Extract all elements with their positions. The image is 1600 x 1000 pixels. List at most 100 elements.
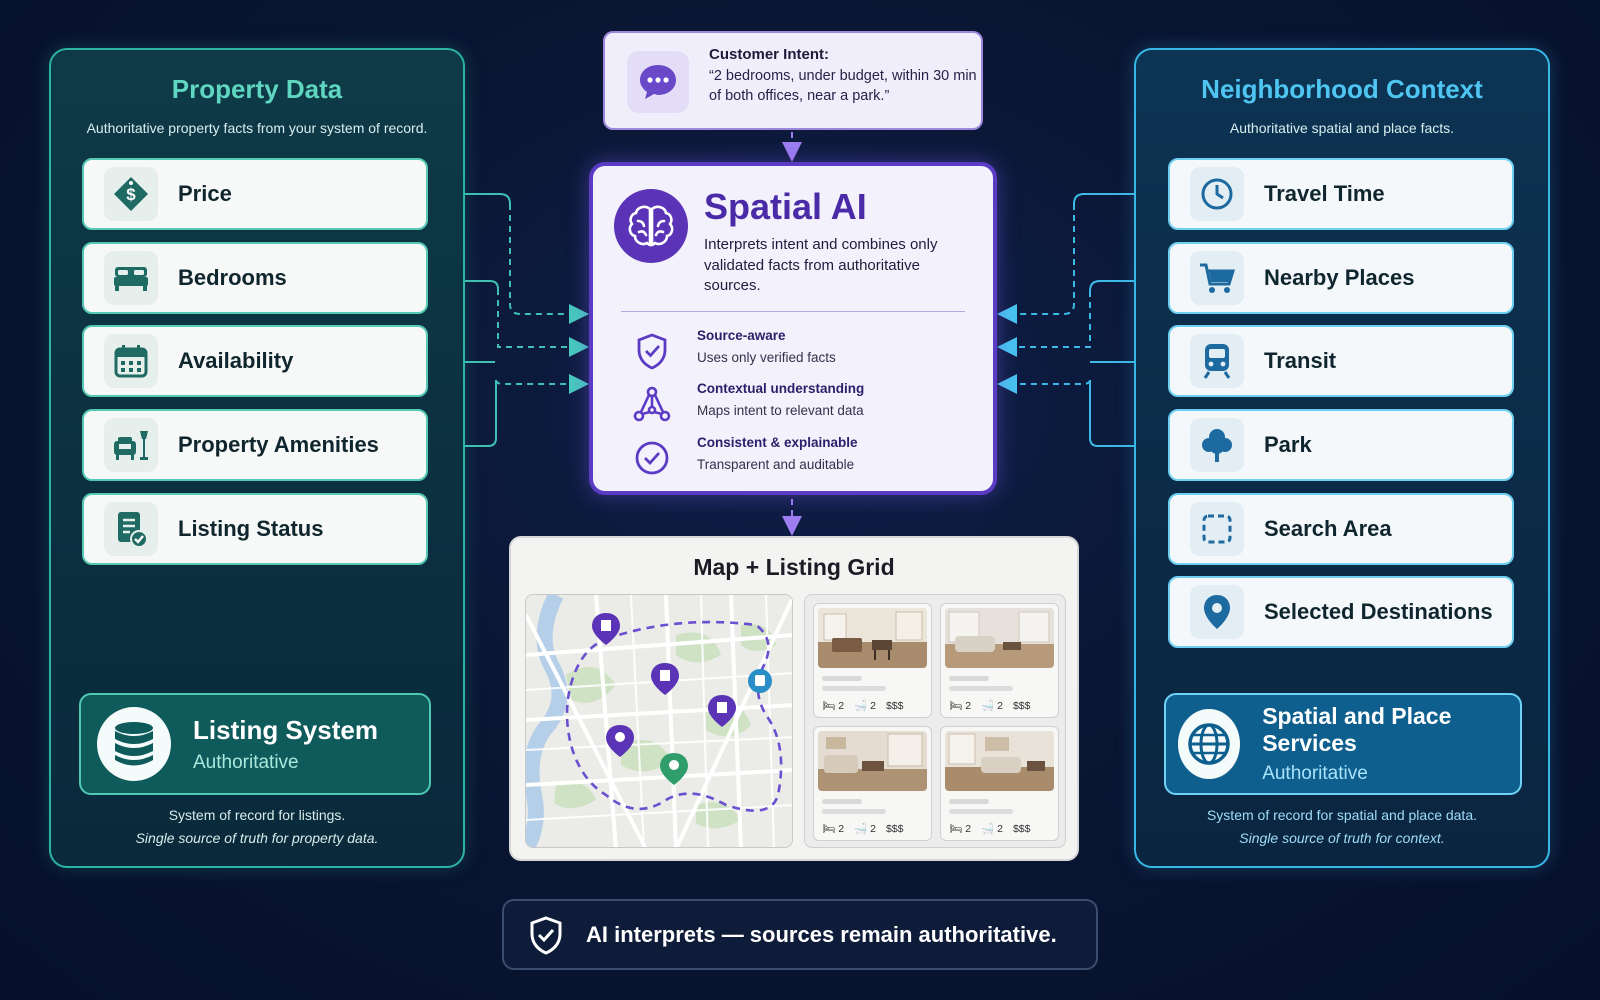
item-label: Bedrooms	[178, 265, 287, 290]
listing-meta: 🛏 2 🛁 2 $$$	[949, 699, 1031, 713]
listing-price: $$$	[1012, 822, 1031, 835]
item-label: Travel Time	[1264, 181, 1385, 206]
banner-text: AI interprets — sources remain authorita…	[586, 921, 1057, 947]
property-item-price[interactable]: $ Price	[82, 158, 428, 230]
listing-baths: 2	[997, 822, 1003, 835]
footer-line: Single source of truth for context.	[1239, 830, 1445, 846]
listing-beds: 2	[965, 699, 972, 712]
spatial-ai-description: Interprets intent and combines only vali…	[704, 236, 938, 294]
context-item-nearby-places[interactable]: Nearby Places	[1168, 242, 1514, 314]
globe-icon	[1178, 709, 1241, 779]
context-item-search-area[interactable]: Search Area	[1168, 493, 1514, 565]
context-item-transit[interactable]: Transit	[1168, 325, 1514, 397]
panel-subtitle: Authoritative spatial and place facts.	[1229, 120, 1455, 136]
context-item-selected-destinations[interactable]: Selected Destinations	[1168, 576, 1514, 648]
bed-icon	[104, 251, 158, 305]
bed-icon: 🛏	[949, 823, 963, 835]
listing-beds: 2	[838, 822, 845, 835]
property-item-availability[interactable]: Availability	[82, 325, 428, 397]
clock-icon	[1190, 167, 1244, 221]
bed-icon: 🛏	[949, 700, 963, 712]
context-item-travel-time[interactable]: Travel Time	[1168, 158, 1514, 230]
panel-title: Neighborhood Context	[1201, 74, 1483, 104]
item-label: Selected Destinations	[1264, 599, 1493, 624]
bath-icon: 🛁	[981, 823, 995, 835]
feature-title: Consistent & explainable	[697, 435, 858, 450]
network-nodes-icon	[631, 383, 673, 425]
listing-meta: 🛏 2 🛁 2 $$$	[949, 822, 1031, 836]
shopping-cart-icon	[1190, 251, 1244, 305]
listing-photo	[945, 731, 1054, 791]
panel-footer: System of record for spatial and place d…	[1136, 804, 1548, 850]
footer-line: Single source of truth for property data…	[135, 830, 379, 846]
tree-icon	[1190, 418, 1244, 472]
context-item-park[interactable]: Park	[1168, 409, 1514, 481]
database-icon	[97, 707, 171, 781]
panel-title: Property Data	[171, 74, 343, 104]
item-label: Transit	[1264, 348, 1337, 373]
armchair-lamp-icon	[104, 418, 158, 472]
shield-check-icon	[631, 330, 673, 372]
listing-baths: 2	[997, 699, 1003, 712]
listing-meta: 🛏 2 🛁 2 $$$	[822, 699, 904, 713]
check-circle-icon	[631, 437, 673, 479]
map-view[interactable]	[525, 594, 793, 848]
feature-desc: Uses only verified facts	[697, 350, 836, 365]
svg-text:$: $	[126, 185, 136, 204]
panel-subtitle: Authoritative property facts from your s…	[86, 120, 428, 136]
feature-title: Source-aware	[697, 328, 786, 343]
property-item-bedrooms[interactable]: Bedrooms	[82, 242, 428, 314]
item-label: Park	[1264, 432, 1312, 457]
listing-price: $$$	[885, 822, 904, 835]
customer-intent-box: Customer Intent: “2 bedrooms, under budg…	[603, 31, 983, 130]
listing-beds: 2	[965, 822, 972, 835]
bath-icon: 🛁	[981, 700, 995, 712]
feature-desc: Maps intent to relevant data	[697, 403, 864, 418]
listing-photo	[945, 608, 1054, 668]
authority-banner: AI interprets — sources remain authorita…	[502, 899, 1098, 970]
listing-card[interactable]: 🛏 2 🛁 2 $$$	[813, 603, 932, 718]
calendar-icon	[104, 334, 158, 388]
listing-price: $$$	[885, 699, 904, 712]
property-item-listing-status[interactable]: Listing Status	[82, 493, 428, 565]
spatial-place-services-source[interactable]: Spatial and Place Services Authoritative	[1164, 693, 1522, 795]
bed-icon: 🛏	[822, 823, 836, 835]
intent-quote: “2 bedrooms, under budget, within 30 min…	[709, 68, 977, 104]
source-name: Spatial and Place Services	[1262, 703, 1452, 756]
item-label: Nearby Places	[1264, 265, 1415, 290]
divider	[621, 311, 965, 312]
feature-source-aware: Source-aware Uses only verified facts	[631, 326, 961, 372]
bath-icon: 🛁	[854, 823, 868, 835]
neighborhood-context-panel: Neighborhood Context Authoritative spati…	[1134, 48, 1550, 868]
document-check-icon	[104, 502, 158, 556]
listing-beds: 2	[838, 699, 845, 712]
listing-card[interactable]: 🛏 2 🛁 2 $$$	[940, 603, 1059, 718]
property-item-amenities[interactable]: Property Amenities	[82, 409, 428, 481]
feature-title: Contextual understanding	[697, 381, 865, 396]
spatial-ai-title: Spatial AI	[704, 186, 867, 227]
listing-card[interactable]: 🛏 2 🛁 2 $$$	[813, 726, 932, 841]
brain-icon	[614, 189, 688, 263]
item-label: Availability	[178, 348, 294, 373]
listing-baths: 2	[870, 699, 876, 712]
listing-card[interactable]: 🛏 2 🛁 2 $$$	[940, 726, 1059, 841]
item-label: Property Amenities	[178, 432, 379, 457]
feature-consistent-explainable: Consistent & explainable Transparent and…	[631, 433, 961, 479]
item-label: Price	[178, 181, 232, 206]
item-label: Search Area	[1264, 516, 1392, 541]
chat-bubble-icon	[627, 51, 689, 113]
listing-price: $$$	[1012, 699, 1031, 712]
train-icon	[1190, 334, 1244, 388]
feature-desc: Transparent and auditable	[697, 457, 855, 472]
listing-meta: 🛏 2 🛁 2 $$$	[822, 822, 904, 836]
footer-line: System of record for spatial and place d…	[1206, 807, 1478, 823]
price-tag-icon: $	[104, 167, 158, 221]
shield-check-icon	[526, 915, 566, 955]
listing-baths: 2	[870, 822, 876, 835]
source-name: Listing System	[193, 714, 378, 745]
listing-photo	[818, 731, 927, 791]
listing-system-source[interactable]: Listing System Authoritative	[79, 693, 431, 795]
feature-contextual-understanding: Contextual understanding Maps intent to …	[631, 379, 961, 425]
item-label: Listing Status	[178, 516, 324, 541]
source-status: Authoritative	[193, 751, 299, 773]
